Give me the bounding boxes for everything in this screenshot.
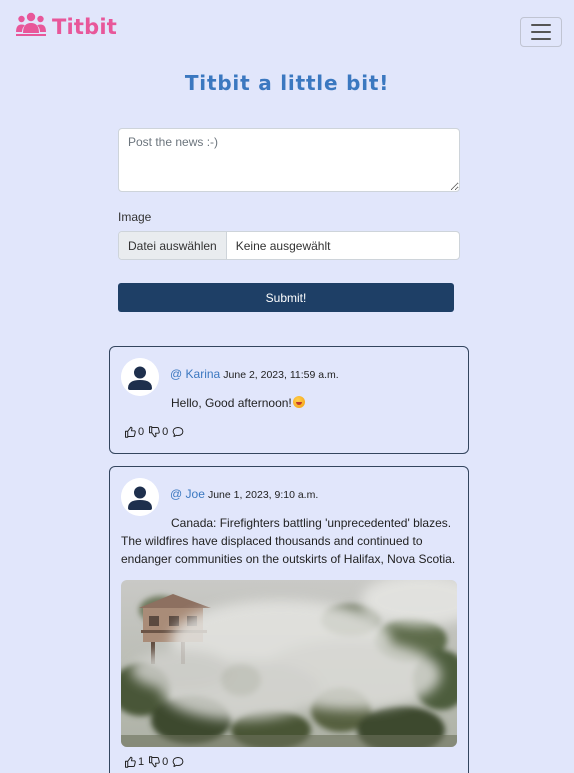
avatar[interactable] [121,478,159,516]
post-card: @ Karina June 2, 2023, 11:59 a.m. Hello,… [109,346,469,454]
avatar[interactable] [121,358,159,396]
thumbs-down-icon[interactable] [148,426,160,438]
navbar-toggler-button[interactable] [520,17,562,47]
author-link[interactable]: @ Karina [170,367,220,381]
choose-file-button[interactable]: Datei auswählen [119,232,227,259]
news-textarea[interactable] [118,128,460,192]
post-meta: @ Joe June 1, 2023, 9:10 a.m. [170,487,318,501]
wildfire-smoke-photo [121,580,457,747]
post-actions: 0 0 [124,426,184,438]
thumbs-down-icon[interactable] [148,756,160,768]
post-text-content: Hello, Good afternoon! [171,396,292,410]
page-title: Titbit a little bit! [184,71,390,95]
smiley-emoji-icon [292,396,305,408]
user-icon [121,478,159,516]
post-actions: 1 0 [124,756,184,768]
users-icon [16,11,46,42]
dislike-count: 0 [162,756,169,768]
dislike-count: 0 [162,426,169,438]
like-count: 0 [138,426,145,438]
image-label: Image [118,210,152,224]
hamburger-line [531,38,551,40]
post-card: @ Joe June 1, 2023, 9:10 a.m. Canada: Fi… [109,466,469,773]
post-date: June 1, 2023, 9:10 a.m. [207,489,319,501]
comment-icon[interactable] [172,426,184,438]
thumbs-up-icon[interactable] [124,426,136,438]
author-link[interactable]: @ Joe [170,487,205,501]
post-meta: @ Karina June 2, 2023, 11:59 a.m. [170,367,339,381]
hamburger-line [531,31,551,33]
submit-button[interactable]: Submit! [118,283,454,312]
post-text: Hello, Good afternoon! [121,394,458,412]
hamburger-menu-icon [531,24,551,26]
like-count: 1 [138,756,145,768]
brand-link[interactable]: Titbit [16,11,117,42]
file-status: Keine ausgewählt [235,238,331,253]
brand-name: Titbit [52,14,118,39]
post-date: June 2, 2023, 11:59 a.m. [223,369,339,381]
navbar: Titbit [0,0,574,52]
user-icon [121,358,159,396]
thumbs-up-icon[interactable] [124,756,136,768]
image-file-input[interactable]: Datei auswählen Keine ausgewählt [118,231,460,260]
comment-icon[interactable] [172,756,184,768]
post-image[interactable] [121,580,457,747]
post-form: Image Datei auswählen Keine ausgewählt S… [118,128,460,312]
post-text: Canada: Firefighters battling 'unprecede… [121,516,456,566]
